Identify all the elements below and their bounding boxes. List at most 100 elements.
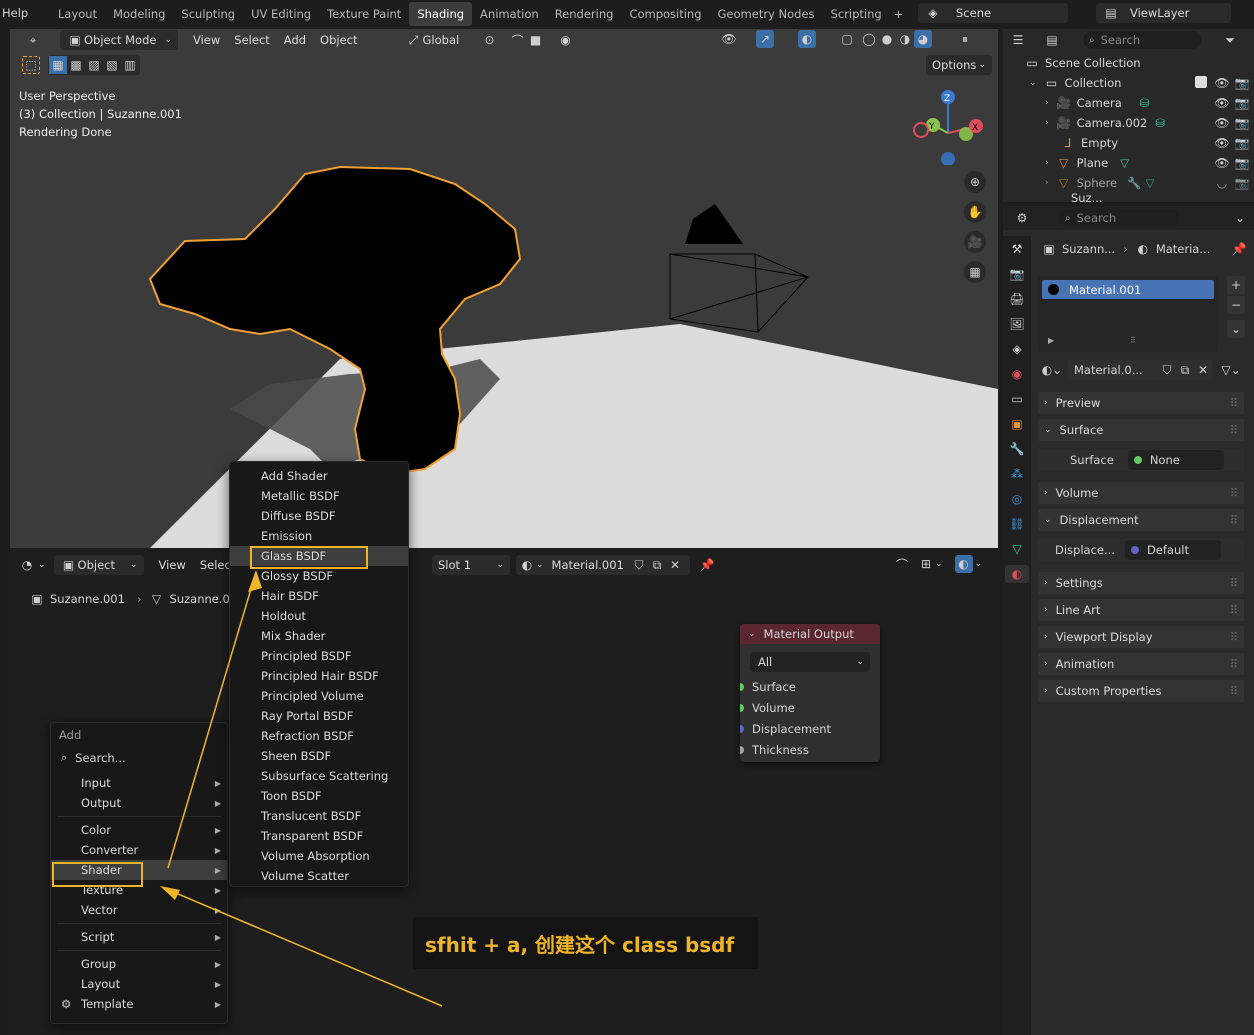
shader-item-mix-shader[interactable]: Mix Shader	[230, 626, 408, 646]
viewport-menu-object[interactable]: Object	[313, 33, 364, 47]
shader-item-diffuse-bsdf[interactable]: Diffuse BSDF	[230, 506, 408, 526]
shader-item-volume-scatter[interactable]: Volume Scatter	[230, 866, 408, 886]
shader-socket-icon[interactable]	[740, 682, 744, 691]
navigation-gizmo[interactable]: Z Y X	[908, 85, 988, 165]
render-camera-icon[interactable]: 📷	[1233, 174, 1251, 192]
shader-item-volume-absorption[interactable]: Volume Absorption	[230, 846, 408, 866]
chevron-down-icon[interactable]: ⌄	[38, 560, 46, 570]
select-box-icon[interactable]: ⬚	[22, 56, 40, 74]
drag-handle-icon[interactable]: ⠿	[1230, 396, 1238, 410]
slot-dropdown[interactable]: Slot 1 ⌄	[432, 555, 510, 575]
shader-item-add-shader[interactable]: Add Shader	[230, 466, 408, 486]
eye-icon[interactable]: 👁	[1213, 114, 1231, 132]
outliner-item-suzanne[interactable]: Suz...	[1023, 193, 1254, 203]
tab-animation[interactable]: Animation	[472, 2, 547, 26]
render-camera-icon[interactable]: 📷	[1233, 114, 1251, 132]
editor-type-button[interactable]: ⌖	[18, 30, 56, 50]
tab-texture-paint[interactable]: Texture Paint	[319, 2, 409, 26]
drag-handle-icon[interactable]: ⠿	[1230, 513, 1238, 527]
chevron-down-icon[interactable]: ⌄	[975, 559, 983, 569]
close-icon[interactable]: ✕	[666, 556, 684, 574]
chevron-down-icon[interactable]: ⌄	[1227, 320, 1245, 338]
filter-icon[interactable]: ⏷	[1221, 31, 1239, 49]
ortho-grid-icon[interactable]: ▦	[964, 261, 986, 283]
shader-item-principled-volume[interactable]: Principled Volume	[230, 686, 408, 706]
snap-grid-icon[interactable]: ⊞	[917, 555, 935, 573]
select-intersect-icon[interactable]: ▥	[121, 56, 139, 74]
shader-item-glossy-bsdf[interactable]: Glossy BSDF	[230, 566, 408, 586]
rendered-shading-icon[interactable]: ◕	[914, 30, 932, 48]
material-browse-icon[interactable]: ◐⌄	[1038, 361, 1066, 379]
tab-uv-editing[interactable]: UV Editing	[243, 2, 319, 26]
surface-shader-field[interactable]: None	[1127, 450, 1224, 470]
panel-animation[interactable]: › Animation ⠿	[1038, 653, 1244, 675]
proportional-edit-icon[interactable]: ◉	[557, 31, 575, 49]
properties-search-input[interactable]: ⌕ Search	[1059, 209, 1179, 227]
select-subtract-icon[interactable]: ▨	[85, 56, 103, 74]
snap-target-icon[interactable]: ■	[527, 31, 545, 49]
shader-item-ray-portal-bsdf[interactable]: Ray Portal BSDF	[230, 706, 408, 726]
duplicate-icon[interactable]: ⧉	[1176, 361, 1194, 379]
panel-line-art[interactable]: › Line Art ⠿	[1038, 599, 1244, 621]
pivot-icon[interactable]: ⊙	[481, 31, 499, 49]
select-invert-icon[interactable]: ▧	[103, 56, 121, 74]
eye-closed-icon[interactable]: ◡	[1213, 174, 1231, 192]
chevron-down-icon[interactable]: ⌄	[1231, 209, 1249, 227]
tab-compositing[interactable]: Compositing	[621, 2, 709, 26]
duplicate-icon[interactable]: ⧉	[648, 556, 666, 574]
drag-handle-icon[interactable]: ⠿	[1230, 423, 1238, 437]
panel-surface[interactable]: ⌄ Surface ⠿	[1038, 419, 1244, 441]
material-output-node[interactable]: ⌄ Material Output All ⌄ Surface Volume D…	[740, 624, 880, 762]
help-menu[interactable]: Help	[2, 6, 28, 20]
material-shading-icon[interactable]: ◑	[896, 30, 914, 48]
select-extend-icon[interactable]: ▩	[67, 56, 85, 74]
vector-socket-icon[interactable]	[740, 724, 744, 733]
add-menu-layout[interactable]: Layout ▶	[51, 974, 227, 994]
outliner-item-camera-002[interactable]: › 🎥 Camera.002 ⛁ 👁 📷	[1023, 113, 1254, 133]
panel-settings[interactable]: › Settings ⠿	[1038, 572, 1244, 594]
float-socket-icon[interactable]	[740, 745, 744, 754]
chevron-down-icon[interactable]: ⌄	[935, 559, 943, 569]
shader-item-metallic-bsdf[interactable]: Metallic BSDF	[230, 486, 408, 506]
add-menu-search[interactable]: ⌕ Search...	[51, 747, 227, 769]
shader-item-hair-bsdf[interactable]: Hair BSDF	[230, 586, 408, 606]
socket-thickness[interactable]: Thickness	[740, 739, 880, 760]
shader-item-toon-bsdf[interactable]: Toon BSDF	[230, 786, 408, 806]
3d-viewport[interactable]: ⌖ ▣ Object Mode ⌄ View Select Add Object…	[10, 29, 998, 548]
viewlayer-selector[interactable]: ▤ ViewLayer	[1096, 3, 1231, 23]
camera-view-icon[interactable]: 🎥	[964, 231, 986, 253]
fake-user-shield-icon[interactable]: ⛉	[630, 556, 648, 574]
pin-icon[interactable]: 📌	[698, 556, 716, 574]
expand-icon[interactable]: ⌄	[1029, 78, 1037, 88]
pan-hand-icon[interactable]: ✋	[964, 201, 986, 223]
shader-item-emission[interactable]: Emission	[230, 526, 408, 546]
outliner-item-camera[interactable]: › 🎥 Camera ⛁ 👁 📷	[1023, 93, 1254, 113]
socket-volume[interactable]: Volume	[740, 697, 880, 718]
view-layer-tab-icon[interactable]: 🖼	[1008, 315, 1026, 333]
overlay-toggle-icon[interactable]: ◐	[798, 30, 816, 48]
transform-orientation-dropdown[interactable]: ⤢ Global	[399, 30, 475, 50]
chevron-down-icon[interactable]: ⌄	[748, 629, 756, 639]
eye-icon[interactable]: 👁	[1213, 134, 1231, 152]
panel-custom-properties[interactable]: › Custom Properties ⠿	[1038, 680, 1244, 702]
displacement-field[interactable]: Default	[1124, 540, 1221, 560]
material-name-field[interactable]: Material.0... ⛉ ⧉ ✕	[1068, 360, 1212, 380]
shader-item-subsurface-scattering[interactable]: Subsurface Scattering	[230, 766, 408, 786]
render-camera-icon[interactable]: 📷	[1233, 74, 1251, 92]
tab-scripting[interactable]: Scripting	[823, 2, 890, 26]
render-tab-icon[interactable]: 📷	[1008, 265, 1026, 283]
shader-item-refraction-bsdf[interactable]: Refraction BSDF	[230, 726, 408, 746]
scene-selector[interactable]: ◈ Scene	[918, 3, 1068, 23]
render-camera-icon[interactable]: 📷	[1233, 94, 1251, 112]
particles-tab-icon[interactable]: ⁂	[1008, 465, 1026, 483]
shader-socket-icon[interactable]	[740, 703, 744, 712]
target-dropdown[interactable]: All ⌄	[750, 652, 870, 672]
gizmo-toggle-icon[interactable]: ↗	[756, 30, 774, 48]
viewport-menu-select[interactable]: Select	[227, 33, 276, 47]
drag-handle-icon[interactable]: ⠿	[1230, 486, 1238, 500]
panel-preview[interactable]: › Preview ⠿	[1038, 392, 1244, 414]
add-menu-converter[interactable]: Converter ▶	[51, 840, 227, 860]
data-tab-icon[interactable]: ▽	[1008, 540, 1026, 558]
play-icon[interactable]: ▶	[1048, 336, 1054, 345]
select-new-icon[interactable]: ▦	[49, 56, 67, 74]
